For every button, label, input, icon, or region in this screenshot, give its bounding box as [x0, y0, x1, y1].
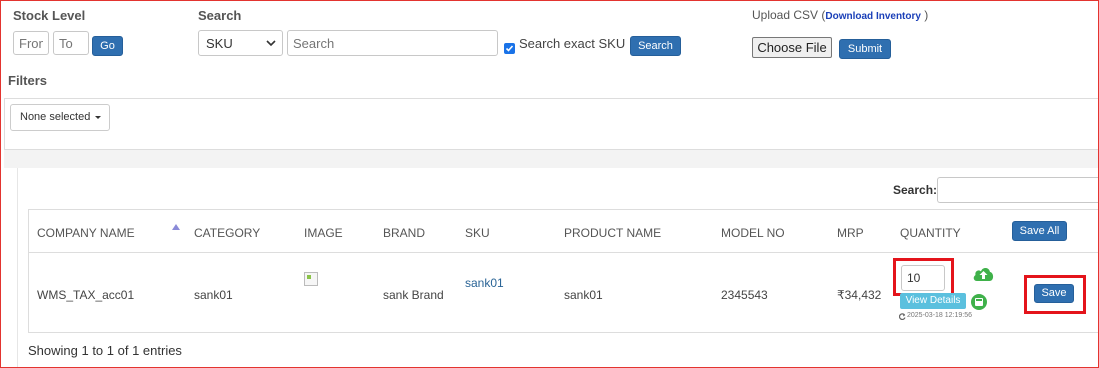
search-label: Search [198, 8, 242, 23]
filters-label: Filters [8, 73, 48, 88]
stock-to-input[interactable] [53, 31, 89, 55]
exact-sku-label: Search exact SKU [519, 36, 626, 51]
col-header-company[interactable]: COMPANY NAME [37, 226, 135, 240]
col-header-quantity[interactable]: QUANTITY [900, 226, 961, 240]
go-button[interactable]: Go [92, 36, 123, 56]
calculator-icon[interactable] [971, 294, 987, 310]
search-input[interactable] [287, 30, 498, 56]
broken-image-icon [304, 272, 318, 286]
col-header-sku[interactable]: SKU [465, 226, 490, 240]
checkmark-icon [505, 45, 514, 52]
cell-brand: sank Brand [383, 288, 444, 302]
cloud-upload-icon[interactable] [972, 264, 995, 282]
submit-button[interactable]: Submit [839, 39, 891, 59]
header-bottom-border [28, 252, 1099, 253]
table-bottom-border [28, 332, 1099, 333]
upload-csv-label: Upload CSV [752, 8, 819, 22]
cell-company: WMS_TAX_acc01 [37, 288, 135, 302]
col-header-category[interactable]: CATEGORY [194, 226, 260, 240]
chevron-down-icon [266, 40, 276, 47]
filters-multiselect-value: None selected [20, 111, 91, 123]
refresh-icon [899, 313, 906, 320]
exact-sku-checkbox[interactable] [504, 43, 515, 54]
caret-down-icon [95, 115, 102, 119]
table-search-input[interactable] [937, 177, 1099, 203]
stock-from-input[interactable] [13, 31, 49, 55]
paren-close: ) [924, 8, 929, 22]
last-updated-timestamp: 2025-03-18 12:19:56 [907, 312, 972, 319]
table-info: Showing 1 to 1 of 1 entries [28, 343, 182, 358]
quantity-highlight [893, 258, 954, 296]
table-left-border [28, 209, 29, 333]
cell-category: sank01 [194, 288, 233, 302]
col-header-brand[interactable]: BRAND [383, 226, 425, 240]
col-header-mrp[interactable]: MRP [837, 226, 864, 240]
cell-model-no: 2345543 [721, 288, 768, 302]
col-header-model-no[interactable]: MODEL NO [721, 226, 785, 240]
search-field-select-value: SKU [206, 36, 233, 51]
stock-level-label: Stock Level [13, 8, 86, 23]
save-highlight [1024, 275, 1086, 314]
search-button[interactable]: Search [630, 36, 681, 56]
save-all-button[interactable]: Save All [1012, 221, 1067, 241]
filters-multiselect[interactable]: None selected [10, 104, 110, 131]
choose-file-button[interactable]: Choose File [752, 37, 832, 58]
col-header-product-name[interactable]: PRODUCT NAME [564, 226, 661, 240]
table-search-label: Search: [893, 183, 938, 197]
cell-product-name: sank01 [564, 288, 603, 302]
cell-mrp: ₹34,432 [837, 288, 882, 302]
sort-asc-icon[interactable] [172, 224, 180, 230]
view-details-button[interactable]: View Details [900, 293, 966, 309]
table-top-border [28, 209, 1099, 210]
search-field-select[interactable]: SKU [198, 30, 283, 56]
col-header-image[interactable]: IMAGE [304, 226, 343, 240]
cell-sku-link[interactable]: sank01 [465, 276, 504, 290]
filters-panel [4, 98, 1099, 150]
download-inventory-link[interactable]: Download Inventory [825, 11, 921, 22]
section-divider [4, 150, 1099, 168]
